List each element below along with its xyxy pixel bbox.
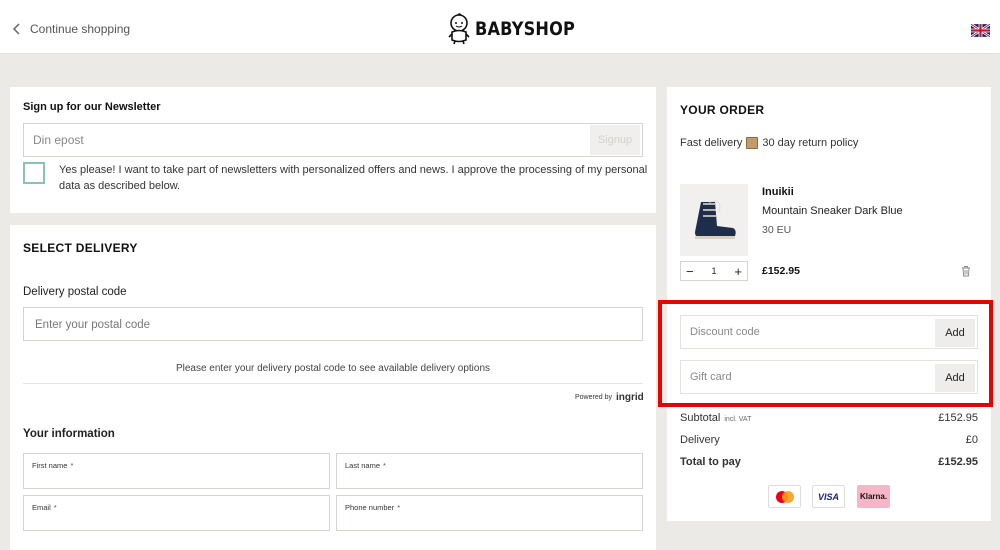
delivery-card: SELECT DELIVERY Delivery postal code Ent… xyxy=(10,225,656,550)
delivery-divider xyxy=(23,383,643,384)
gift-card-field[interactable]: Gift card Add xyxy=(680,360,978,394)
gift-card-placeholder: Gift card xyxy=(690,371,732,383)
select-delivery-title: SELECT DELIVERY xyxy=(23,241,138,255)
baby-logo-icon xyxy=(448,13,470,45)
delivery-note: Please enter your delivery postal code t… xyxy=(175,363,491,374)
newsletter-consent-text: Yes please! I want to take part of newsl… xyxy=(59,164,648,192)
product-name[interactable]: Mountain Sneaker Dark Blue xyxy=(762,205,903,217)
logo-text: BABYSHOP xyxy=(475,18,576,40)
email-field[interactable]: Email * xyxy=(23,495,330,531)
total-row: Total to pay £152.95 xyxy=(680,456,978,468)
newsletter-consent-checkbox[interactable] xyxy=(23,162,45,184)
postal-code-placeholder: Enter your postal code xyxy=(35,319,151,331)
package-icon xyxy=(746,137,759,149)
return-policy-label: 30 day return policy xyxy=(762,137,859,149)
order-summary-card: YOUR ORDER Fast delivery 30 day return p… xyxy=(667,87,991,521)
klarna-icon: Klarna. xyxy=(857,485,890,508)
quantity-stepper: − 1 + xyxy=(680,261,748,281)
product-price: £152.95 xyxy=(762,265,800,277)
add-discount-button[interactable]: Add xyxy=(935,319,975,347)
visa-icon: VISA xyxy=(812,485,845,508)
delivery-cost-label: Delivery xyxy=(680,434,720,446)
postal-code-input[interactable]: Enter your postal code xyxy=(23,307,643,341)
your-information-title: Your information xyxy=(23,428,115,440)
add-gift-card-button[interactable]: Add xyxy=(935,364,975,392)
increase-quantity-button[interactable]: + xyxy=(734,265,742,278)
newsletter-email-placeholder: Din epost xyxy=(33,133,84,147)
product-brand: Inuikii xyxy=(762,186,794,198)
first-name-label: First name * xyxy=(32,461,74,470)
trash-icon[interactable] xyxy=(961,265,971,277)
continue-shopping-label: Continue shopping xyxy=(30,22,131,36)
subtotal-row: Subtotal incl. VAT £152.95 xyxy=(680,412,978,424)
vat-note: incl. VAT xyxy=(724,416,752,423)
decrease-quantity-button[interactable]: − xyxy=(686,265,694,278)
delivery-info: Fast delivery 30 day return policy xyxy=(680,137,858,149)
total-value: £152.95 xyxy=(938,456,978,468)
delivery-cost-value: £0 xyxy=(965,434,978,446)
chevron-left-icon xyxy=(12,23,20,35)
babyshop-logo[interactable]: BABYSHOP xyxy=(447,13,593,45)
phone-label: Phone number * xyxy=(345,503,401,512)
newsletter-title: Sign up for our Newsletter xyxy=(23,101,161,113)
total-label: Total to pay xyxy=(680,456,741,468)
email-label: Email * xyxy=(32,503,57,512)
subtotal-value: £152.95 xyxy=(938,412,978,424)
continue-shopping-link[interactable]: Continue shopping xyxy=(12,22,130,36)
newsletter-signup-button[interactable]: Signup xyxy=(590,125,640,155)
product-image[interactable] xyxy=(680,184,748,256)
last-name-label: Last name * xyxy=(345,461,386,470)
first-name-field[interactable]: First name * xyxy=(23,453,330,489)
newsletter-card: Sign up for our Newsletter Din epost Sig… xyxy=(10,87,656,213)
top-bar: Continue shopping BABYSHOP xyxy=(0,0,1000,54)
newsletter-email-input[interactable]: Din epost Signup xyxy=(23,123,643,157)
mastercard-icon xyxy=(768,485,801,508)
quantity-value: 1 xyxy=(711,265,717,276)
ingrid-logo: ingrid xyxy=(615,392,644,403)
discount-code-placeholder: Discount code xyxy=(690,326,760,338)
uk-flag-icon[interactable] xyxy=(971,24,990,37)
last-name-field[interactable]: Last name * xyxy=(336,453,643,489)
powered-by-label: Powered by xyxy=(575,394,612,401)
postal-code-label: Delivery postal code xyxy=(23,286,127,298)
delivery-row: Delivery £0 xyxy=(680,434,978,446)
fast-delivery-label: Fast delivery xyxy=(680,137,743,149)
sneaker-boot-image xyxy=(695,200,736,239)
powered-by-ingrid: Powered by ingrid xyxy=(575,392,644,403)
product-size: 30 EU xyxy=(762,224,792,236)
phone-field[interactable]: Phone number * xyxy=(336,495,643,531)
subtotal-label: Subtotal xyxy=(680,412,721,424)
your-order-title: YOUR ORDER xyxy=(680,103,765,117)
discount-code-field[interactable]: Discount code Add xyxy=(680,315,978,349)
